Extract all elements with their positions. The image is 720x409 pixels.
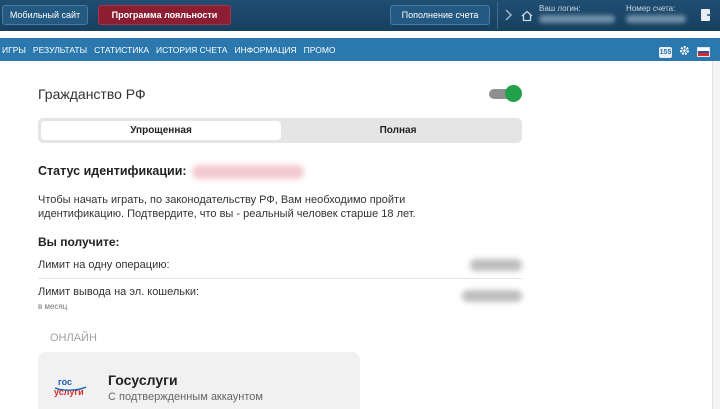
top-up-button[interactable]: Пополнение счета	[390, 5, 490, 25]
russia-flag-icon[interactable]	[697, 47, 710, 57]
page-title: Гражданство РФ	[38, 86, 146, 102]
tab-simplified[interactable]: Упрощенная	[41, 121, 281, 140]
limit-operation-value-redacted	[470, 259, 522, 271]
identification-status-redacted	[192, 165, 304, 179]
main-nav: ИГРЫ РЕЗУЛЬТАТЫ СТАТИСТИКА ИСТОРИЯ СЧЕТА…	[0, 38, 720, 61]
account-value-redacted	[626, 15, 686, 23]
mobile-site-button[interactable]: Мобильный сайт	[2, 5, 88, 25]
login-label: Ваш логин:	[539, 4, 581, 13]
divider	[38, 278, 522, 279]
login-value-redacted	[539, 15, 615, 23]
identification-status-label: Статус идентификации:	[38, 164, 187, 178]
nav-item-promo[interactable]: ПРОМО	[304, 45, 336, 55]
gosuslugi-title: Госуслуги	[108, 372, 178, 388]
limit-withdraw-label: Лимит вывода на эл. кошельки:	[38, 286, 200, 298]
home-icon[interactable]	[521, 9, 533, 27]
you-get-heading: Вы получите:	[38, 235, 120, 249]
toggle-knob	[505, 85, 522, 102]
nav-item-results[interactable]: РЕЗУЛЬТАТЫ	[33, 45, 87, 55]
chevron-right-icon[interactable]	[504, 7, 516, 23]
loyalty-program-button[interactable]: Программа лояльности	[98, 5, 231, 25]
badge-155-icon[interactable]: 155	[659, 46, 672, 58]
tab-full[interactable]: Полная	[278, 121, 518, 140]
online-section-label: Онлайн	[50, 332, 97, 344]
divider	[497, 2, 498, 29]
nav-item-information[interactable]: ИНФОРМАЦИЯ	[234, 45, 296, 55]
gosuslugi-subtitle: С подтвержденным аккаунтом	[108, 391, 263, 403]
scrollbar[interactable]	[712, 61, 720, 409]
limit-operation-label: Лимит на одну операцию:	[38, 259, 170, 271]
gos-logo-text-top: гос	[58, 377, 72, 387]
limit-withdraw-value-redacted	[462, 290, 522, 302]
citizenship-toggle[interactable]	[489, 85, 522, 102]
top-bar: Мобильный сайт Программа лояльности Попо…	[0, 0, 720, 31]
logout-icon[interactable]	[700, 8, 714, 27]
identification-type-switch: Упрощенная Полная	[38, 118, 522, 143]
gosuslugi-option[interactable]: гос услуги Госуслуги С подтвержденным ак…	[38, 352, 360, 409]
per-month-label: в месяц	[38, 302, 68, 311]
nav-item-statistics[interactable]: СТАТИСТИКА	[94, 45, 149, 55]
nav-item-games[interactable]: ИГРЫ	[2, 45, 26, 55]
gosuslugi-logo-icon: гос услуги	[54, 377, 87, 397]
gear-icon[interactable]	[679, 43, 690, 61]
nav-item-account-history[interactable]: ИСТОРИЯ СЧЕТА	[156, 45, 227, 55]
identification-description: Чтобы начать играть, по законодательству…	[38, 194, 416, 220]
account-label: Номер счета:	[626, 4, 676, 13]
